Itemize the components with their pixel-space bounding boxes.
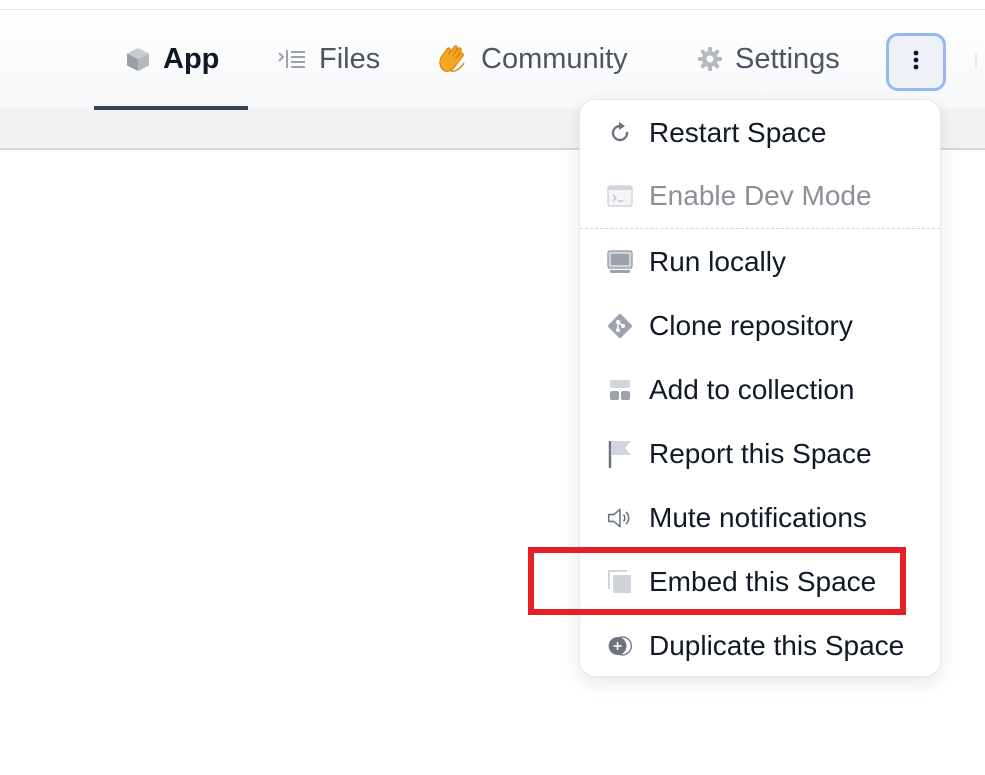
menu-item-clone-repository[interactable]: Clone repository (580, 294, 940, 358)
gear-icon (697, 46, 723, 72)
menu-item-embed-space[interactable]: Embed this Space (580, 550, 940, 614)
tab-settings[interactable]: Settings (697, 10, 840, 108)
embed-icon (607, 569, 633, 595)
menu-divider (580, 228, 940, 229)
menu-item-label: Run locally (649, 246, 786, 277)
menu-item-enable-dev-mode[interactable]: Enable Dev Mode (580, 164, 940, 228)
menu-item-report-space[interactable]: Report this Space (580, 422, 940, 486)
menu-item-label: Restart Space (649, 117, 827, 148)
vertical-dots-icon (912, 49, 920, 76)
collection-icon (607, 377, 633, 403)
git-icon (607, 313, 633, 339)
menu-item-label: Mute notifications (649, 502, 867, 533)
menu-item-label: Enable Dev Mode (649, 180, 872, 211)
space-options-menu: Restart Space Enable Dev Mode Run locall… (579, 99, 941, 677)
clapping-hands-icon (437, 44, 469, 74)
menu-item-label: Add to collection (649, 374, 855, 405)
monitor-icon (607, 249, 633, 275)
terminal-icon (607, 183, 633, 209)
menu-item-label: Duplicate this Space (649, 630, 905, 661)
restart-icon (607, 120, 633, 146)
tab-community-label: Community (481, 42, 628, 75)
duplicate-icon (607, 633, 633, 659)
tab-files-label: Files (319, 42, 381, 75)
tab-files[interactable]: Files (277, 10, 380, 108)
page: App Files Community Settings Restart Spa… (0, 0, 985, 775)
more-options-button[interactable] (886, 33, 946, 91)
menu-item-duplicate-space[interactable]: Duplicate this Space (580, 614, 940, 678)
cube-icon (125, 46, 151, 72)
files-icon (277, 48, 307, 70)
menu-item-run-locally[interactable]: Run locally (580, 230, 940, 294)
menu-item-label: Report this Space (649, 438, 872, 469)
menu-item-label: Clone repository (649, 310, 853, 341)
tab-community[interactable]: Community (437, 10, 628, 108)
header-divider (975, 53, 977, 69)
speaker-icon (607, 505, 633, 531)
tab-app[interactable]: App (94, 10, 248, 110)
menu-item-add-to-collection[interactable]: Add to collection (580, 358, 940, 422)
menu-item-mute-notifications[interactable]: Mute notifications (580, 486, 940, 550)
tab-settings-label: Settings (735, 42, 840, 75)
menu-item-restart-space[interactable]: Restart Space (580, 101, 940, 165)
tab-app-label: App (163, 42, 220, 75)
active-tab-underline (94, 106, 248, 110)
flag-icon (607, 441, 633, 468)
menu-item-label: Embed this Space (649, 566, 877, 597)
